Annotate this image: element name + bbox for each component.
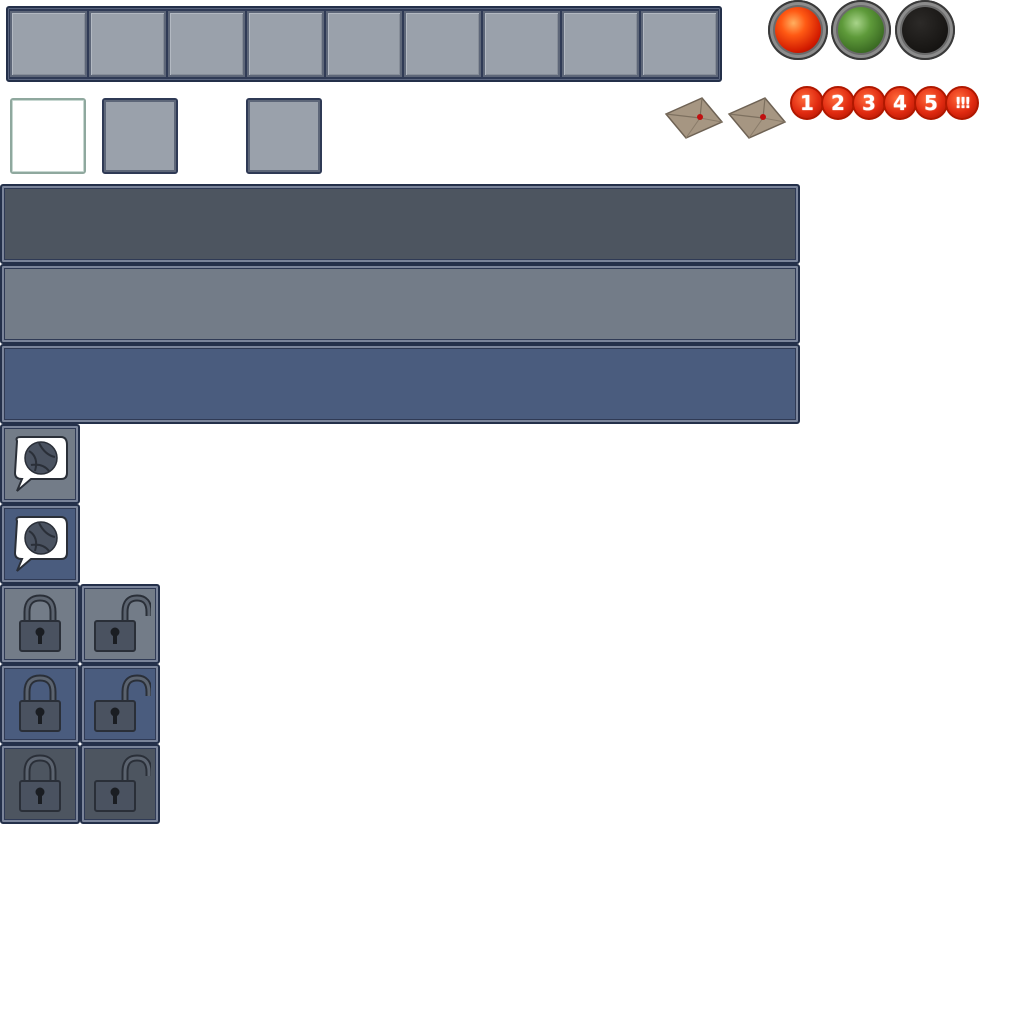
lock-closed-icon bbox=[19, 754, 61, 812]
hotbar-slot-9[interactable] bbox=[641, 11, 719, 77]
envelope-icon[interactable] bbox=[727, 96, 787, 140]
red-orb-icon bbox=[768, 0, 828, 60]
hotbar-slot-6[interactable] bbox=[404, 11, 482, 77]
chat-bubble-icon bbox=[13, 436, 68, 492]
number-badges: 1 2 3 4 5 !!! bbox=[790, 86, 979, 120]
badge-3: 3 bbox=[852, 86, 886, 120]
hotbar-slot-1[interactable] bbox=[10, 11, 87, 77]
lock-open-icon bbox=[94, 674, 151, 732]
black-orb-icon bbox=[895, 0, 955, 60]
lock-button-blue[interactable] bbox=[0, 664, 80, 744]
chat-bubble-icon bbox=[13, 516, 68, 572]
lock-closed-icon bbox=[19, 594, 61, 652]
lock-open-icon bbox=[94, 594, 151, 652]
badge-alert: !!! bbox=[945, 86, 979, 120]
hotbar-slot-4[interactable] bbox=[246, 11, 324, 77]
lock-open-icon bbox=[94, 754, 151, 812]
badge-1: 1 bbox=[790, 86, 824, 120]
badge-2: 2 bbox=[821, 86, 855, 120]
hotbar-slot-3[interactable] bbox=[167, 11, 245, 77]
inventory-slot[interactable] bbox=[246, 98, 322, 174]
badge-5: 5 bbox=[914, 86, 948, 120]
lock-button-dark[interactable] bbox=[0, 744, 80, 824]
envelope-icon[interactable] bbox=[664, 96, 724, 140]
inventory-slot[interactable] bbox=[102, 98, 178, 174]
panel-dark bbox=[0, 184, 800, 264]
panel-blue bbox=[0, 344, 800, 424]
hotbar-slot-7[interactable] bbox=[483, 11, 561, 77]
lock-button-gray[interactable] bbox=[0, 584, 80, 664]
unlock-button-gray[interactable] bbox=[80, 584, 160, 664]
unlock-button-blue[interactable] bbox=[80, 664, 160, 744]
panel-gray bbox=[0, 264, 800, 344]
sprite-sheet: 1 2 3 4 5 !!! bbox=[0, 0, 1024, 1024]
green-orb-icon bbox=[831, 0, 891, 60]
hotbar-slot-5[interactable] bbox=[325, 11, 403, 77]
inventory-slot-selected[interactable] bbox=[10, 98, 86, 174]
unlock-button-dark[interactable] bbox=[80, 744, 160, 824]
badge-4: 4 bbox=[883, 86, 917, 120]
hotbar bbox=[6, 6, 722, 82]
chat-button-blue[interactable] bbox=[0, 504, 80, 584]
chat-button-gray[interactable] bbox=[0, 424, 80, 504]
hotbar-slot-8[interactable] bbox=[562, 11, 640, 77]
lock-closed-icon bbox=[19, 674, 61, 732]
hotbar-slot-2[interactable] bbox=[88, 11, 166, 77]
